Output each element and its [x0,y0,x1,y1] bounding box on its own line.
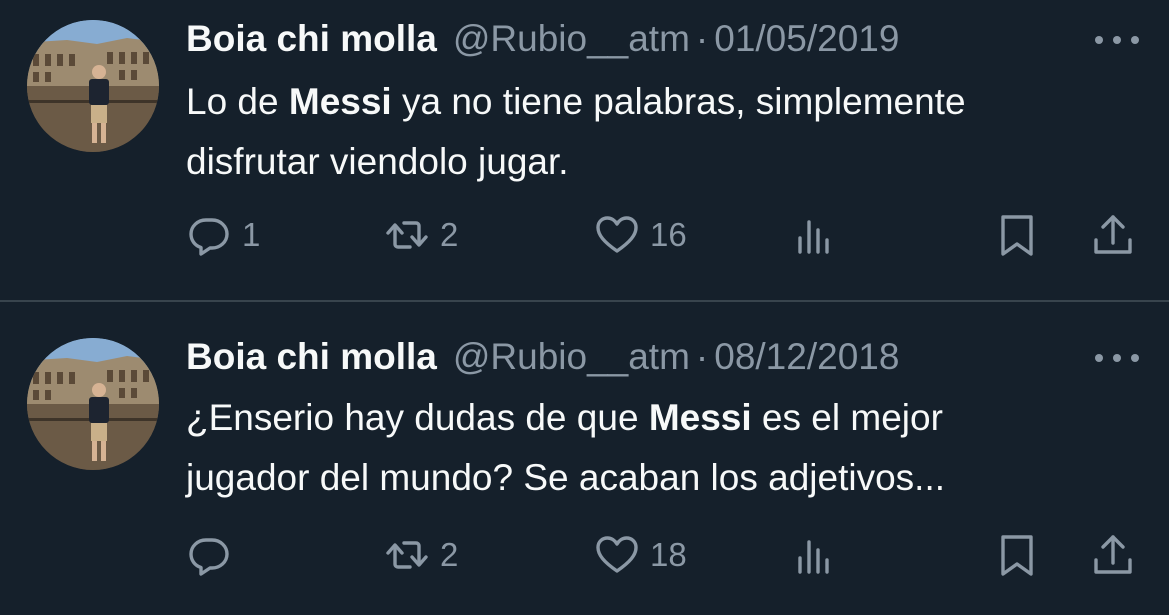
views-button[interactable] [793,530,839,580]
views-icon [798,220,829,254]
author-handle[interactable]: @Rubio__atm [453,336,690,378]
separator-dot: · [695,18,709,59]
heart-icon [596,216,638,253]
more-icon[interactable] [1095,36,1139,48]
like-button[interactable]: 16 [594,210,687,260]
tweet-actions: 1 2 16 [0,210,1169,260]
avatar[interactable] [27,20,159,152]
tweet-text: ¿Enserio hay dudas de que Messi es el me… [186,388,1146,508]
tweet-text-part: ¿Enserio hay dudas de que [186,397,649,438]
separator-dot: · [695,336,709,377]
tweet-text-part: Lo de [186,81,289,122]
reply-button[interactable] [186,530,242,580]
reply-count: 1 [242,216,261,253]
bookmark-icon [1001,535,1033,576]
more-icon[interactable] [1095,354,1139,366]
retweet-icon [386,541,428,569]
tweet[interactable]: Boia chi molla @Rubio__atm · 01/05/2019 … [0,0,1169,300]
tweet-text-part: es el mejor [751,397,943,438]
like-button[interactable]: 18 [594,530,687,580]
tweet-text: Lo de Messi ya no tiene palabras, simple… [186,72,1146,192]
tweet-text-highlight: Messi [648,397,752,438]
author-handle[interactable]: @Rubio__atm [453,18,690,60]
tweet-actions: 2 18 [0,530,1169,580]
tweet-date[interactable]: 01/05/2019 [714,18,899,60]
tweet-text-highlight: Messi [288,81,392,122]
retweet-button[interactable]: 2 [384,530,458,580]
tweet-header: Boia chi molla @Rubio__atm · 01/05/2019 [186,18,899,62]
author-name[interactable]: Boia chi molla [186,336,437,378]
tweet-date[interactable]: 08/12/2018 [714,336,899,378]
views-button[interactable] [793,210,839,260]
retweet-icon [386,221,428,249]
bookmark-button[interactable] [994,210,1040,260]
share-button[interactable] [1090,210,1136,260]
bookmark-button[interactable] [994,530,1040,580]
bookmark-icon [1001,215,1033,256]
like-count: 18 [650,536,687,573]
share-icon [1094,215,1132,254]
views-icon [798,540,829,574]
share-icon [1094,535,1132,574]
avatar[interactable] [27,338,159,470]
tweet-feed: Boia chi molla @Rubio__atm · 01/05/2019 … [0,0,1169,615]
tweet-header: Boia chi molla @Rubio__atm · 08/12/2018 [186,336,899,380]
retweet-count: 2 [440,216,459,253]
tweet-text-line: jugador del mundo? Se acaban los adjetiv… [186,457,946,498]
author-name[interactable]: Boia chi molla [186,18,437,60]
reply-icon [189,538,229,576]
like-count: 16 [650,216,687,253]
retweet-button[interactable]: 2 [384,210,458,260]
share-button[interactable] [1090,530,1136,580]
reply-icon [189,218,229,256]
tweet-text-line: disfrutar viendolo jugar. [186,141,569,182]
heart-icon [596,536,638,573]
retweet-count: 2 [440,536,459,573]
tweet[interactable]: Boia chi molla @Rubio__atm · 08/12/2018 … [0,302,1169,615]
tweet-text-part: ya no tiene palabras, simplemente [391,81,966,122]
reply-button[interactable]: 1 [186,210,260,260]
